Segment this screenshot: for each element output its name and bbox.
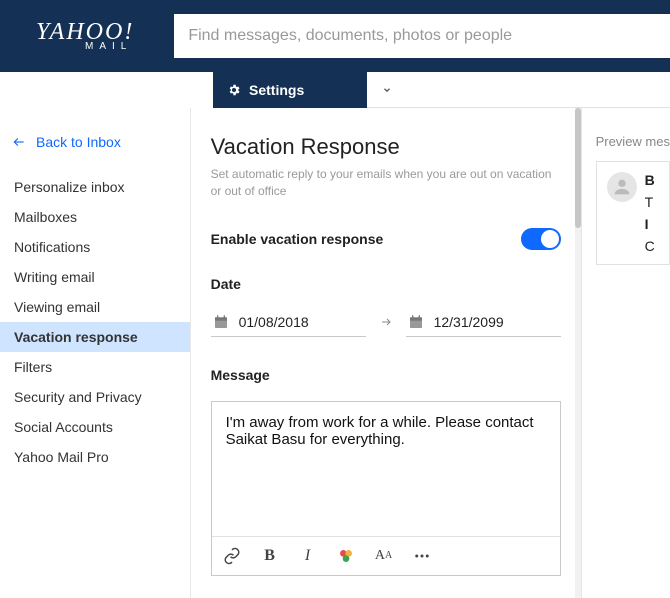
enable-label: Enable vacation response <box>211 231 384 247</box>
preview-line: I <box>645 216 655 232</box>
link-button[interactable] <box>222 546 242 566</box>
gear-icon <box>227 83 241 97</box>
preview-line: C <box>645 238 655 254</box>
avatar <box>607 172 637 202</box>
sidebar-item-writing-email[interactable]: Writing email <box>0 262 190 292</box>
enable-toggle[interactable] <box>521 228 561 250</box>
subheader: Settings <box>0 72 670 108</box>
yahoo-logo: YAHOO! MAIL <box>36 20 134 52</box>
start-date-value: 01/08/2018 <box>239 314 309 330</box>
message-editor: I'm away from work for a while. Please c… <box>211 401 561 576</box>
date-label: Date <box>211 276 561 292</box>
end-date-value: 12/31/2099 <box>434 314 504 330</box>
link-icon <box>223 547 241 565</box>
settings-dropdown[interactable] <box>367 72 407 108</box>
sidebar-item-mailboxes[interactable]: Mailboxes <box>0 202 190 232</box>
sidebar-item-filters[interactable]: Filters <box>0 352 190 382</box>
sidebar-item-yahoo-mail-pro[interactable]: Yahoo Mail Pro <box>0 442 190 472</box>
sidebar-item-viewing-email[interactable]: Viewing email <box>0 292 190 322</box>
start-date-field[interactable]: 01/08/2018 <box>211 310 366 337</box>
scrollbar-thumb[interactable] <box>575 108 581 228</box>
dots-icon <box>413 547 431 565</box>
page-subtitle: Set automatic reply to your emails when … <box>211 166 561 200</box>
arrow-right-icon <box>378 316 394 328</box>
sidebar-item-notifications[interactable]: Notifications <box>0 232 190 262</box>
bold-button[interactable]: B <box>260 546 280 566</box>
date-arrow <box>372 315 400 331</box>
more-button[interactable] <box>412 546 432 566</box>
settings-nav: Personalize inboxMailboxesNotificationsW… <box>0 172 190 472</box>
pane-scrollbar[interactable] <box>575 108 581 598</box>
settings-sidebar: Back to Inbox Personalize inboxMailboxes… <box>0 108 191 598</box>
color-button[interactable] <box>336 546 356 566</box>
vacation-response-pane: Vacation Response Set automatic reply to… <box>191 108 581 598</box>
message-textarea[interactable]: I'm away from work for a while. Please c… <box>212 402 560 536</box>
end-date-field[interactable]: 12/31/2099 <box>406 310 561 337</box>
italic-button[interactable]: I <box>298 546 318 566</box>
editor-toolbar: B I AA <box>212 536 560 575</box>
calendar-icon <box>213 314 229 330</box>
preview-card: B T I C <box>596 161 670 265</box>
sidebar-item-vacation-response[interactable]: Vacation response <box>0 322 190 352</box>
app-header: YAHOO! MAIL <box>0 0 670 72</box>
search-bar <box>174 14 670 58</box>
settings-tab[interactable]: Settings <box>213 72 367 108</box>
preview-line: T <box>645 194 655 210</box>
preview-line: B <box>645 172 655 188</box>
person-icon <box>611 176 633 198</box>
back-to-inbox[interactable]: Back to Inbox <box>0 128 190 172</box>
calendar-icon <box>408 314 424 330</box>
sidebar-item-security-and-privacy[interactable]: Security and Privacy <box>0 382 190 412</box>
chevron-down-icon <box>382 85 392 95</box>
color-icon <box>338 548 354 564</box>
sidebar-item-personalize-inbox[interactable]: Personalize inbox <box>0 172 190 202</box>
preview-heading: Preview mes <box>596 134 670 149</box>
sidebar-item-social-accounts[interactable]: Social Accounts <box>0 412 190 442</box>
preview-panel: Preview mes B T I C <box>581 108 670 598</box>
arrow-left-icon <box>12 135 26 149</box>
page-title: Vacation Response <box>211 134 561 160</box>
message-label: Message <box>211 367 561 383</box>
search-input[interactable] <box>174 14 670 58</box>
toggle-knob <box>541 230 559 248</box>
font-size-button[interactable]: AA <box>374 546 394 566</box>
